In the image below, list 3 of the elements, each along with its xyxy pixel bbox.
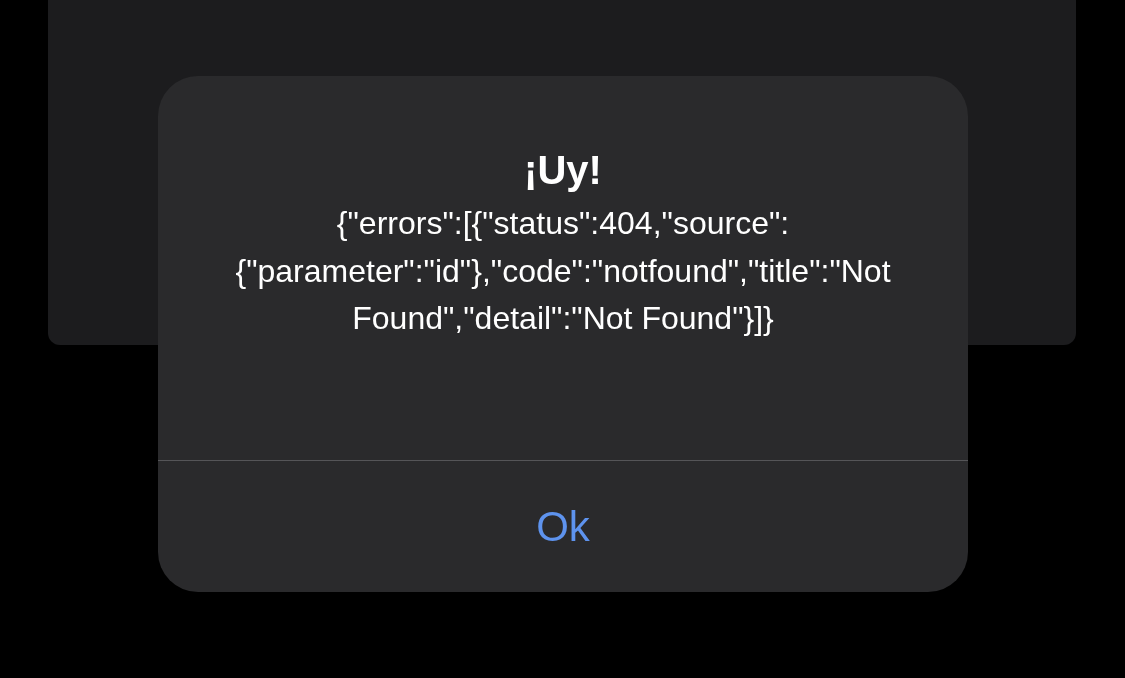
ok-button[interactable]: Ok: [158, 461, 968, 592]
alert-title: ¡Uy!: [524, 147, 602, 194]
alert-message: {"errors":[{"status":404,"source":{"parameter":"id"},"code":"notfound","title":"Not Found","detail":"Not Found"}]}: [234, 204, 892, 338]
